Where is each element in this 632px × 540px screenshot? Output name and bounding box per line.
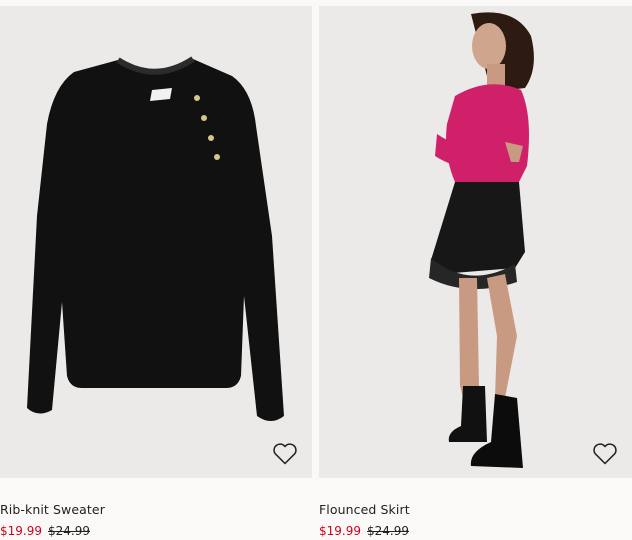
product-image[interactable] [319,6,632,478]
sale-price: $19.99 [319,524,361,538]
original-price: $24.99 [48,524,90,538]
model-image [429,12,534,468]
heart-outline-icon[interactable] [272,442,298,466]
product-image[interactable] [0,6,312,478]
original-price: $24.99 [367,524,409,538]
product-card[interactable]: Rib-knit Sweater $19.99 $24.99 [0,0,312,540]
price-row: $19.99 $24.99 [319,524,409,538]
price-row: $19.99 $24.99 [0,524,90,538]
product-title[interactable]: Flounced Skirt [319,502,410,517]
heart-outline-icon[interactable] [592,442,618,466]
sale-price: $19.99 [0,524,42,538]
product-title[interactable]: Rib-knit Sweater [0,502,105,517]
product-grid: Rib-knit Sweater $19.99 $24.99 Flounced … [0,0,632,540]
product-card[interactable]: Flounced Skirt $19.99 $24.99 [319,0,632,540]
sweater-image [27,56,284,421]
